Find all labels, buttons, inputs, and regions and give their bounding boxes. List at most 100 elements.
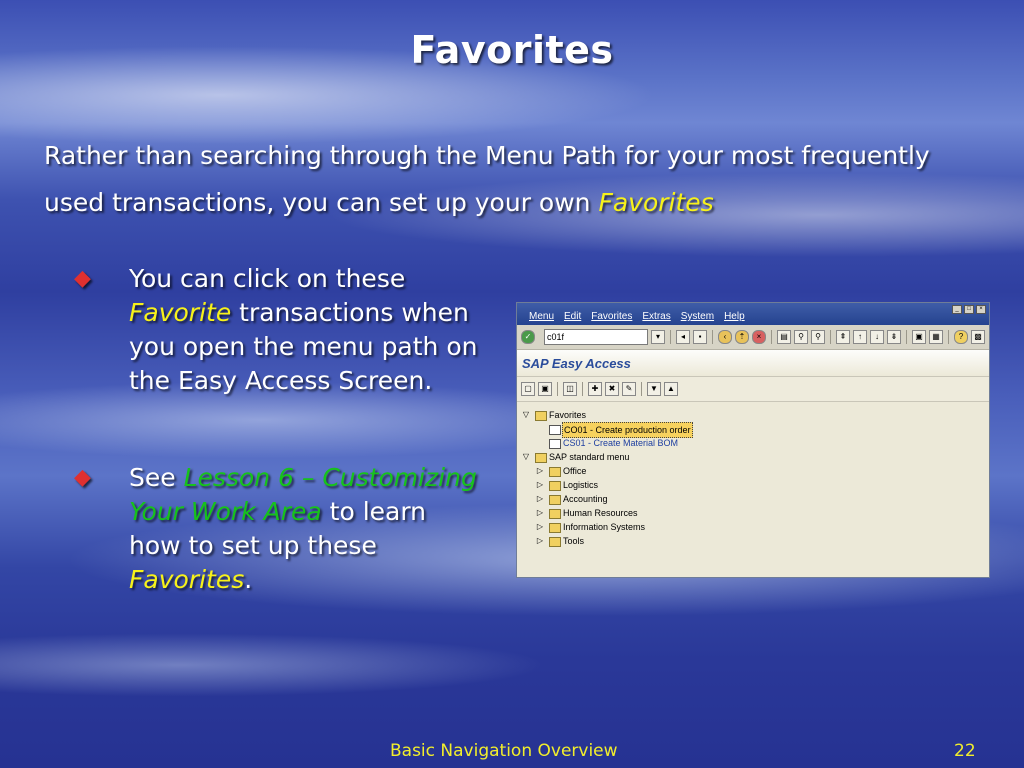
expand-triangle-icon[interactable]: ▷	[535, 492, 545, 506]
previous-page-icon[interactable]: ↑	[853, 330, 867, 344]
tree-label-accounting: Accounting	[563, 494, 608, 504]
command-field[interactable]: c01f	[544, 329, 648, 345]
bullet-1-line-4: the Easy Access Screen.	[129, 366, 433, 395]
first-page-icon[interactable]: ⇞	[836, 330, 850, 344]
help-icon[interactable]: ?	[954, 330, 968, 344]
move-down-icon[interactable]: ▼	[647, 382, 661, 396]
move-up-icon[interactable]: ▲	[664, 382, 678, 396]
menu-system[interactable]: System	[681, 311, 714, 322]
tree-label-favorites: Favorites	[549, 410, 587, 420]
other-menu-icon[interactable]: ▢	[521, 382, 535, 396]
expand-triangle-icon[interactable]: ▷	[535, 506, 545, 520]
menu-edit[interactable]: Edit	[564, 311, 581, 322]
sap-standard-toolbar: ✓ c01f ▾ ◂ ▪ ‹ ⇡ × ▤ ⚲ ⚲ ⇞ ↑ ↓ ⇟ ▣ ▦ ? ▩	[517, 325, 989, 350]
new-session-icon[interactable]: ▣	[912, 330, 926, 344]
tree-label-office: Office	[563, 466, 587, 476]
bullet-2-prefix: See	[129, 463, 184, 492]
cancel-icon[interactable]: ×	[752, 330, 766, 344]
next-page-icon[interactable]: ↓	[870, 330, 884, 344]
tree-node-sap-standard-menu[interactable]: ▽ SAP standard menu	[517, 450, 989, 464]
tree-label-tools: Tools	[563, 536, 585, 546]
tree-label-sap-standard-menu: SAP standard menu	[549, 452, 630, 462]
delete-favorite-icon[interactable]: ✖	[605, 382, 619, 396]
add-favorite-icon[interactable]: ✚	[588, 382, 602, 396]
tree-node-favorites[interactable]: ▽ Favorites	[517, 408, 989, 422]
menu-menu[interactable]: Menu	[529, 311, 554, 322]
bullet-2-text: See Lesson 6 – Customizing Your Work Are…	[129, 461, 504, 597]
tree-node-information-systems[interactable]: ▷ Information Systems	[517, 520, 989, 534]
bullet-2-line-2: Your Work Area to learn	[129, 495, 504, 529]
tree-node-office[interactable]: ▷ Office	[517, 464, 989, 478]
tree-node-tools[interactable]: ▷ Tools	[517, 534, 989, 548]
back-icon[interactable]: ‹	[718, 330, 732, 344]
bullet-2-line-1: See Lesson 6 – Customizing	[129, 461, 504, 495]
sap-menu-bar: Menu Edit Favorites Extras System Help _…	[517, 303, 989, 325]
menu-favorites[interactable]: Favorites	[591, 311, 632, 322]
layout-menu-icon[interactable]: ▩	[971, 330, 985, 344]
tree-label-information-systems: Information Systems	[563, 522, 646, 532]
transaction-icon	[549, 425, 561, 435]
menu-extras[interactable]: Extras	[642, 311, 670, 322]
slide-title: Favorites	[410, 28, 614, 72]
user-menu-icon[interactable]: ▣	[538, 382, 552, 396]
tree-node-favorite-cs01[interactable]: CS01 - Create Material BOM	[517, 436, 989, 450]
sap-application-toolbar: ▢ ▣ ◫ ✚ ✖ ✎ ▼ ▲	[517, 377, 989, 402]
shortcut-icon[interactable]: ▦	[929, 330, 943, 344]
lesson-link-part-1[interactable]: Lesson 6 – Customizing	[184, 463, 477, 492]
folder-icon	[549, 523, 561, 533]
tree-label-human-resources: Human Resources	[563, 508, 638, 518]
bullet-2-line-2-rest: to learn	[321, 497, 427, 526]
collapse-triangle-icon[interactable]: ▽	[521, 408, 531, 422]
tree-node-logistics[interactable]: ▷ Logistics	[517, 478, 989, 492]
page-number: 22	[954, 741, 976, 761]
close-icon[interactable]: ×	[976, 305, 986, 314]
minimize-icon[interactable]: _	[952, 305, 962, 314]
tree-node-favorite-co01[interactable]: CO01 - Create production order	[517, 422, 989, 438]
sap-menu-icon[interactable]: ◫	[563, 382, 577, 396]
bullet-2-line-3: how to set up these	[129, 531, 377, 560]
folder-icon	[549, 495, 561, 505]
toolbar-separator	[948, 330, 949, 344]
footer-title: Basic Navigation Overview	[390, 741, 618, 761]
favorite-transaction-cs01[interactable]: CS01 - Create Material BOM	[563, 436, 678, 450]
find-next-icon[interactable]: ⚲	[811, 330, 825, 344]
expand-triangle-icon[interactable]: ▷	[535, 520, 545, 534]
folder-icon	[549, 467, 561, 477]
folder-icon	[549, 509, 561, 519]
toolbar-separator	[712, 330, 713, 344]
intro-text: Rather than searching through the Menu P…	[44, 132, 1004, 226]
maximize-icon[interactable]: □	[964, 305, 974, 314]
command-dropdown-icon[interactable]: ▾	[651, 330, 665, 344]
sap-easy-access-window: Menu Edit Favorites Extras System Help _…	[516, 302, 990, 578]
back-nav-icon[interactable]: ◂	[676, 330, 690, 344]
expand-triangle-icon[interactable]: ▷	[535, 478, 545, 492]
collapse-triangle-icon[interactable]: ▽	[521, 450, 531, 464]
lesson-link-part-2[interactable]: Your Work Area	[129, 497, 322, 526]
enter-check-icon[interactable]: ✓	[521, 330, 535, 344]
last-page-icon[interactable]: ⇟	[887, 330, 901, 344]
expand-triangle-icon[interactable]: ▷	[535, 534, 545, 548]
find-icon[interactable]: ⚲	[794, 330, 808, 344]
tree-node-human-resources[interactable]: ▷ Human Resources	[517, 506, 989, 520]
tree-node-accounting[interactable]: ▷ Accounting	[517, 492, 989, 506]
folder-open-icon	[535, 453, 547, 463]
easy-access-tree: ▽ Favorites CO01 - Create production ord…	[517, 402, 989, 548]
toolbar-separator	[670, 330, 671, 344]
bullet-1-line-2: Favorite transactions when	[129, 296, 504, 330]
sap-title-bar: SAP Easy Access	[517, 350, 989, 377]
folder-icon	[549, 537, 561, 547]
menu-help[interactable]: Help	[724, 311, 745, 322]
diamond-bullet-icon: ◆	[74, 266, 91, 291]
save-icon[interactable]: ▪	[693, 330, 707, 344]
exit-icon[interactable]: ⇡	[735, 330, 749, 344]
toolbar-separator	[557, 382, 558, 396]
expand-triangle-icon[interactable]: ▷	[535, 464, 545, 478]
intro-line-2: used transactions, you can set up your o…	[44, 179, 1004, 226]
change-favorite-icon[interactable]: ✎	[622, 382, 636, 396]
transaction-icon	[549, 439, 561, 449]
toolbar-separator	[906, 330, 907, 344]
screen-title: SAP Easy Access	[522, 356, 631, 371]
bullet-1-highlight: Favorite	[129, 298, 232, 327]
print-icon[interactable]: ▤	[777, 330, 791, 344]
toolbar-separator	[641, 382, 642, 396]
